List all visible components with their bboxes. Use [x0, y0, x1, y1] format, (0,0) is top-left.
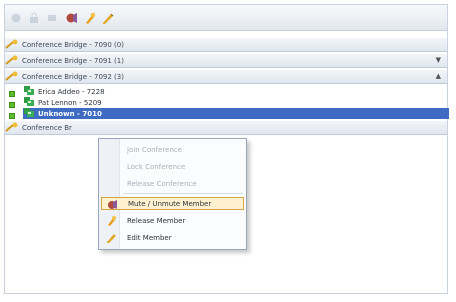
member-row-selected[interactable]: Unknown - 7010 [23, 108, 449, 119]
menu-item-release-conference[interactable]: Release Conference [101, 177, 244, 190]
menu-separator [123, 193, 243, 194]
member-name: Pat Lennon - 5209 [38, 98, 102, 107]
member-name: Erica Addeo - 7228 [38, 87, 105, 96]
release-conference-tool-icon[interactable] [45, 11, 59, 25]
status-indicator-icon [9, 113, 15, 119]
bridge-key-icon [5, 39, 19, 51]
bridge-header-7090[interactable]: Conference Bridge - 7090 (0) [5, 38, 447, 52]
member-row[interactable]: Pat Lennon - 5209 [23, 97, 143, 108]
mute-tool-icon[interactable] [65, 11, 79, 25]
edit-member-tool-icon[interactable] [101, 11, 115, 25]
status-indicator-icon [9, 102, 15, 108]
menu-item-join-conference[interactable]: Join Conference [101, 143, 244, 156]
menu-item-label: Lock Conference [127, 162, 186, 171]
menu-item-label: Release Conference [127, 179, 197, 188]
menu-item-label: Mute / Unmute Member [128, 199, 212, 208]
release-member-tool-icon[interactable] [83, 11, 97, 25]
menu-item-release-member[interactable]: Release Member [101, 214, 244, 227]
join-conference-tool-icon[interactable] [9, 11, 23, 25]
member-row[interactable]: Erica Addeo - 7228 [23, 86, 143, 97]
bridge-header-7092[interactable]: Conference Bridge - 7092 (3) ▲ [5, 70, 447, 84]
context-menu: Join Conference Lock Conference Release … [98, 138, 247, 250]
edit-icon [106, 232, 117, 243]
expand-arrow-icon[interactable]: ▼ [436, 56, 441, 64]
mute-icon [107, 199, 118, 210]
bridge-header-7091[interactable]: Conference Bridge - 7091 (1) ▼ [5, 54, 447, 68]
menu-item-lock-conference[interactable]: Lock Conference [101, 160, 244, 173]
collapse-arrow-icon[interactable]: ▲ [436, 72, 441, 80]
menu-item-label: Release Member [127, 216, 186, 225]
phone-member-icon [23, 107, 35, 120]
bridge-title: Conference Bridge - 7091 (1) [22, 56, 124, 65]
menu-item-label: Edit Member [127, 233, 172, 242]
bridge-title: Conference Br [22, 123, 72, 132]
status-indicator-icon [9, 91, 15, 97]
conference-panel: Conference Bridge - 7090 (0) Conference … [4, 4, 449, 294]
lock-conference-tool-icon[interactable] [27, 11, 41, 25]
bridge-title: Conference Bridge - 7090 (0) [22, 40, 124, 49]
bridge-key-icon [5, 122, 19, 134]
menu-item-mute-unmute-member[interactable]: Mute / Unmute Member [101, 197, 244, 210]
toolbar [5, 5, 447, 31]
bridge-key-icon [5, 55, 19, 67]
bridge-header[interactable]: Conference Br [5, 121, 447, 135]
bridge-key-icon [5, 71, 19, 83]
bridge-title: Conference Bridge - 7092 (3) [22, 72, 124, 81]
menu-item-edit-member[interactable]: Edit Member [101, 231, 244, 244]
member-name: Unknown - 7010 [38, 109, 102, 118]
menu-item-label: Join Conference [127, 145, 182, 154]
release-icon [106, 215, 117, 226]
